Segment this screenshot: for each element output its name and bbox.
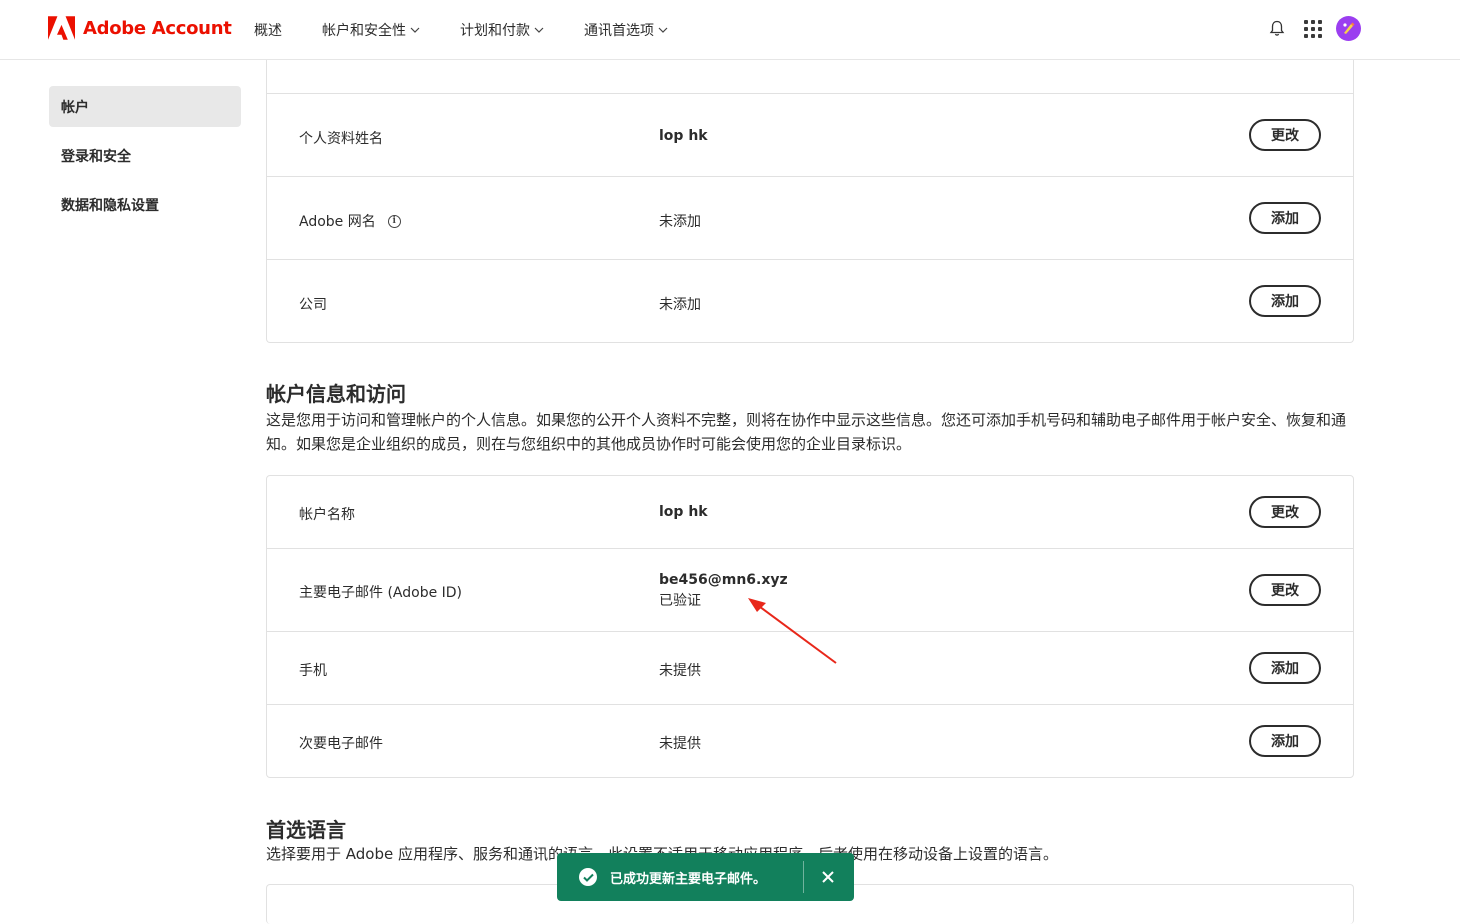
sidebar-item-login-security[interactable]: 登录和安全 [49,135,241,176]
company-label: 公司 [299,297,327,313]
account-info-description: 这是您用于访问和管理帐户的个人信息。如果您的公开个人资料不完整，则将在协作中显示… [266,411,1347,453]
phone-label: 手机 [299,663,327,679]
top-header: Adobe Account 概述 帐户和安全性 计划和付款 通讯首选项 [0,0,1460,60]
brand-name: Adobe Account [83,17,232,39]
chevron-down-icon [658,27,668,33]
screen-name-value: 未添加 [659,214,701,230]
sidebar-item-label: 帐户 [61,99,89,116]
main-nav: 概述 帐户和安全性 计划和付款 通讯首选项 [254,20,708,40]
change-profile-name-button[interactable]: 更改 [1249,119,1321,151]
secondary-email-row: 次要电子邮件 未提供 添加 [267,705,1353,777]
company-value: 未添加 [659,297,701,313]
nav-overview[interactable]: 概述 [254,20,282,40]
secondary-email-label: 次要电子邮件 [299,736,383,752]
bell-icon[interactable] [1266,18,1288,40]
sidebar-item-label: 登录和安全 [61,148,131,165]
primary-email-row: 主要电子邮件 (Adobe ID) be456@mn6.xyz 已验证 更改 [267,549,1353,632]
nav-label: 计划和付款 [460,23,530,39]
account-name-label: 帐户名称 [299,507,355,523]
success-toast: 已成功更新主要电子邮件。 [557,853,854,901]
nav-label: 帐户和安全性 [322,23,406,39]
sidebar-item-data-privacy[interactable]: 数据和隐私设置 [49,184,241,225]
secondary-email-value: 未提供 [659,736,701,752]
screen-name-label-text: Adobe 网名 [299,214,376,230]
adobe-logo[interactable]: Adobe Account [48,16,232,40]
email-verified-status: 已验证 [659,593,701,609]
account-info-card: 帐户名称 lop hk 更改 主要电子邮件 (Adobe ID) be456@m… [266,475,1354,778]
nav-plans-payment[interactable]: 计划和付款 [460,20,544,40]
phone-value: 未提供 [659,663,701,679]
company-row: 公司 未添加 添加 [267,260,1353,342]
apps-grid-icon[interactable] [1302,18,1324,40]
primary-email-label: 主要电子邮件 (Adobe ID) [299,585,463,601]
nav-label: 通讯首选项 [584,23,654,39]
nav-communication-prefs[interactable]: 通讯首选项 [584,20,668,40]
add-screen-name-button[interactable]: 添加 [1249,202,1321,234]
preferred-language-title: 首选语言 [266,818,346,842]
phone-row: 手机 未提供 添加 [267,632,1353,705]
account-name-value: lop hk [659,504,708,520]
nav-account-security[interactable]: 帐户和安全性 [322,20,420,40]
chevron-down-icon [410,27,420,33]
primary-email-value-block: be456@mn6.xyz 已验证 [659,572,788,610]
header-actions [1266,16,1361,41]
checkmark-circle-icon [579,868,597,886]
nav-label: 概述 [254,23,282,39]
change-primary-email-button[interactable]: 更改 [1249,574,1321,606]
primary-email-value: be456@mn6.xyz [659,572,788,588]
adobe-logo-icon [48,16,75,40]
profile-name-row: 个人资料姓名 lop hk 更改 [267,94,1353,177]
account-info-title: 帐户信息和访问 [266,382,406,406]
add-secondary-email-button[interactable]: 添加 [1249,725,1321,757]
sidebar: 帐户 登录和安全 数据和隐私设置 [49,86,241,233]
change-account-name-button[interactable]: 更改 [1249,496,1321,528]
sidebar-item-account[interactable]: 帐户 [49,86,241,127]
screen-name-label: Adobe 网名 i [299,211,401,231]
info-icon[interactable]: i [387,214,401,228]
add-company-button[interactable]: 添加 [1249,285,1321,317]
adobe-screen-name-row: Adobe 网名 i 未添加 添加 [267,177,1353,260]
profile-name-label: 个人资料姓名 [299,131,383,147]
chevron-down-icon [534,27,544,33]
close-icon[interactable] [819,868,837,886]
toast-message: 已成功更新主要电子邮件。 [610,871,767,887]
profile-card: 个人资料姓名 lop hk 更改 Adobe 网名 i 未添加 添加 公司 未添加… [266,26,1354,343]
user-avatar-icon [1343,22,1355,34]
toast-divider [803,861,804,893]
add-phone-button[interactable]: 添加 [1249,652,1321,684]
sidebar-item-label: 数据和隐私设置 [61,197,159,214]
account-name-row: 帐户名称 lop hk 更改 [267,476,1353,549]
profile-name-value: lop hk [659,128,708,144]
avatar[interactable] [1336,16,1361,41]
